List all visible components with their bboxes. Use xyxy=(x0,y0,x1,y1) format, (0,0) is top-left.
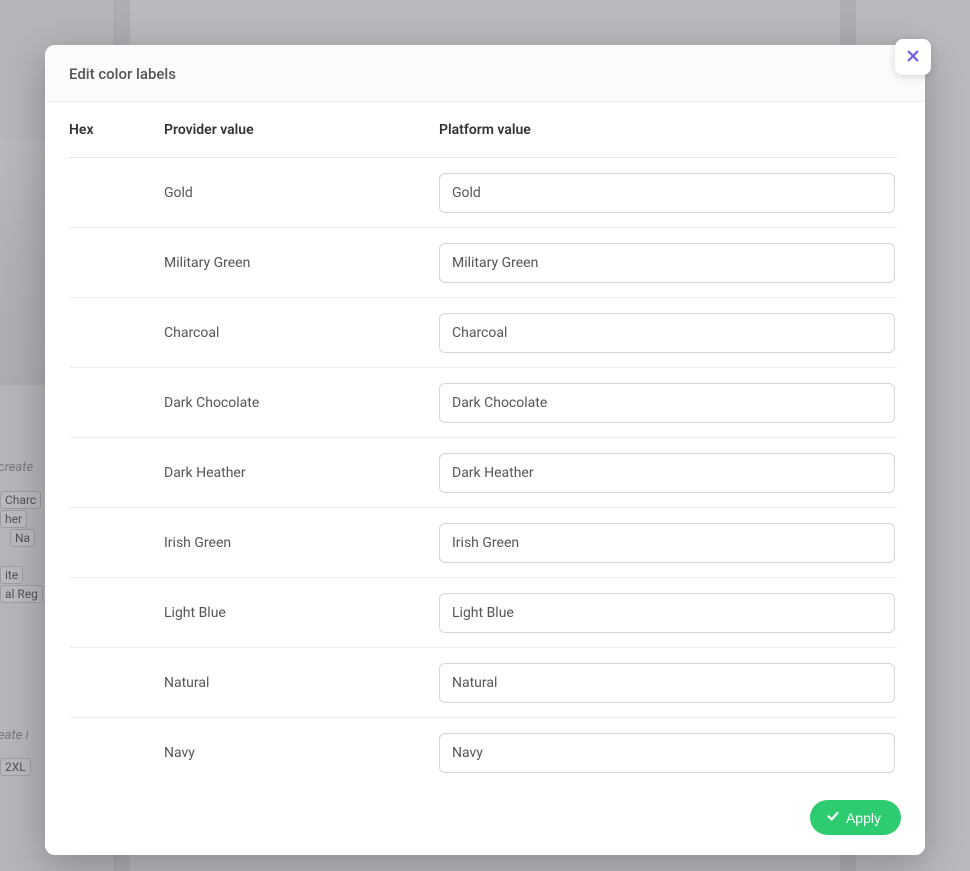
platform-value-input[interactable] xyxy=(439,243,895,283)
platform-value-input[interactable] xyxy=(439,173,895,213)
platform-value-input[interactable] xyxy=(439,383,895,423)
platform-value-cell xyxy=(439,523,897,563)
modal-footer: Apply xyxy=(45,784,925,855)
edit-color-labels-modal: Edit color labels Hex Provider value Pla… xyxy=(45,45,925,855)
apply-button-label: Apply xyxy=(846,810,881,826)
modal-title: Edit color labels xyxy=(69,65,901,83)
provider-value: Military Green xyxy=(164,255,439,271)
table-row: Dark Heather xyxy=(69,438,897,508)
provider-value: Navy xyxy=(164,745,439,761)
platform-value-cell xyxy=(439,313,897,353)
platform-value-input[interactable] xyxy=(439,733,895,773)
modal-overlay[interactable]: Edit color labels Hex Provider value Pla… xyxy=(0,0,970,871)
platform-value-cell xyxy=(439,383,897,423)
platform-value-cell xyxy=(439,593,897,633)
platform-value-cell xyxy=(439,733,897,773)
modal-body: Hex Provider value Platform value Gold Mi… xyxy=(45,102,925,784)
table-row: Charcoal xyxy=(69,298,897,368)
table-row: Navy xyxy=(69,718,897,784)
header-hex: Hex xyxy=(69,122,164,138)
modal-header: Edit color labels xyxy=(45,45,925,102)
platform-value-input[interactable] xyxy=(439,663,895,703)
provider-value: Light Blue xyxy=(164,605,439,621)
provider-value: Dark Chocolate xyxy=(164,395,439,411)
color-table-scroll[interactable]: Hex Provider value Platform value Gold Mi… xyxy=(69,102,903,784)
table-row: Gold xyxy=(69,158,897,228)
table-header-row: Hex Provider value Platform value xyxy=(69,102,897,158)
platform-value-cell xyxy=(439,173,897,213)
platform-value-input[interactable] xyxy=(439,453,895,493)
header-platform: Platform value xyxy=(439,122,897,138)
provider-value: Gold xyxy=(164,185,439,201)
table-row: Irish Green xyxy=(69,508,897,578)
platform-value-cell xyxy=(439,663,897,703)
table-row: Dark Chocolate xyxy=(69,368,897,438)
provider-value: Irish Green xyxy=(164,535,439,551)
platform-value-cell xyxy=(439,243,897,283)
platform-value-input[interactable] xyxy=(439,523,895,563)
table-row: Light Blue xyxy=(69,578,897,648)
platform-value-input[interactable] xyxy=(439,313,895,353)
table-row: Natural xyxy=(69,648,897,718)
table-row: Military Green xyxy=(69,228,897,298)
provider-value: Natural xyxy=(164,675,439,691)
apply-button[interactable]: Apply xyxy=(810,800,901,835)
provider-value: Dark Heather xyxy=(164,465,439,481)
close-icon xyxy=(906,49,920,66)
provider-value: Charcoal xyxy=(164,325,439,341)
platform-value-cell xyxy=(439,453,897,493)
check-icon xyxy=(826,809,840,826)
platform-value-input[interactable] xyxy=(439,593,895,633)
close-button[interactable] xyxy=(895,39,931,75)
header-provider: Provider value xyxy=(164,122,439,138)
